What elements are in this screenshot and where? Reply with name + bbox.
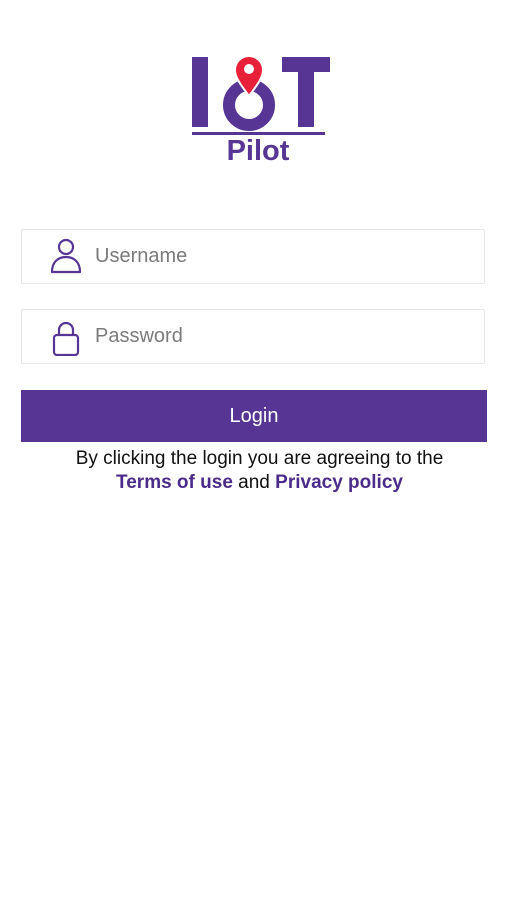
- login-button[interactable]: Login: [21, 390, 487, 442]
- password-input[interactable]: [95, 310, 475, 363]
- terms-links-line: Terms of use and Privacy policy: [0, 471, 507, 495]
- username-field[interactable]: [21, 229, 485, 284]
- terms-conjunction: and: [238, 472, 270, 493]
- terms-of-use-link[interactable]: Terms of use: [116, 472, 233, 493]
- password-field[interactable]: [21, 309, 485, 364]
- username-input[interactable]: [95, 230, 475, 283]
- iot-pilot-logo: Pilot: [188, 50, 334, 170]
- lock-icon: [49, 318, 83, 357]
- terms-text: By clicking the login you are agreeing t…: [75, 448, 444, 469]
- user-icon: [49, 238, 83, 276]
- privacy-policy-link[interactable]: Privacy policy: [275, 472, 403, 493]
- terms-notice: By clicking the login you are agreeing t…: [0, 447, 507, 495]
- logo-subtitle: Pilot: [227, 135, 290, 167]
